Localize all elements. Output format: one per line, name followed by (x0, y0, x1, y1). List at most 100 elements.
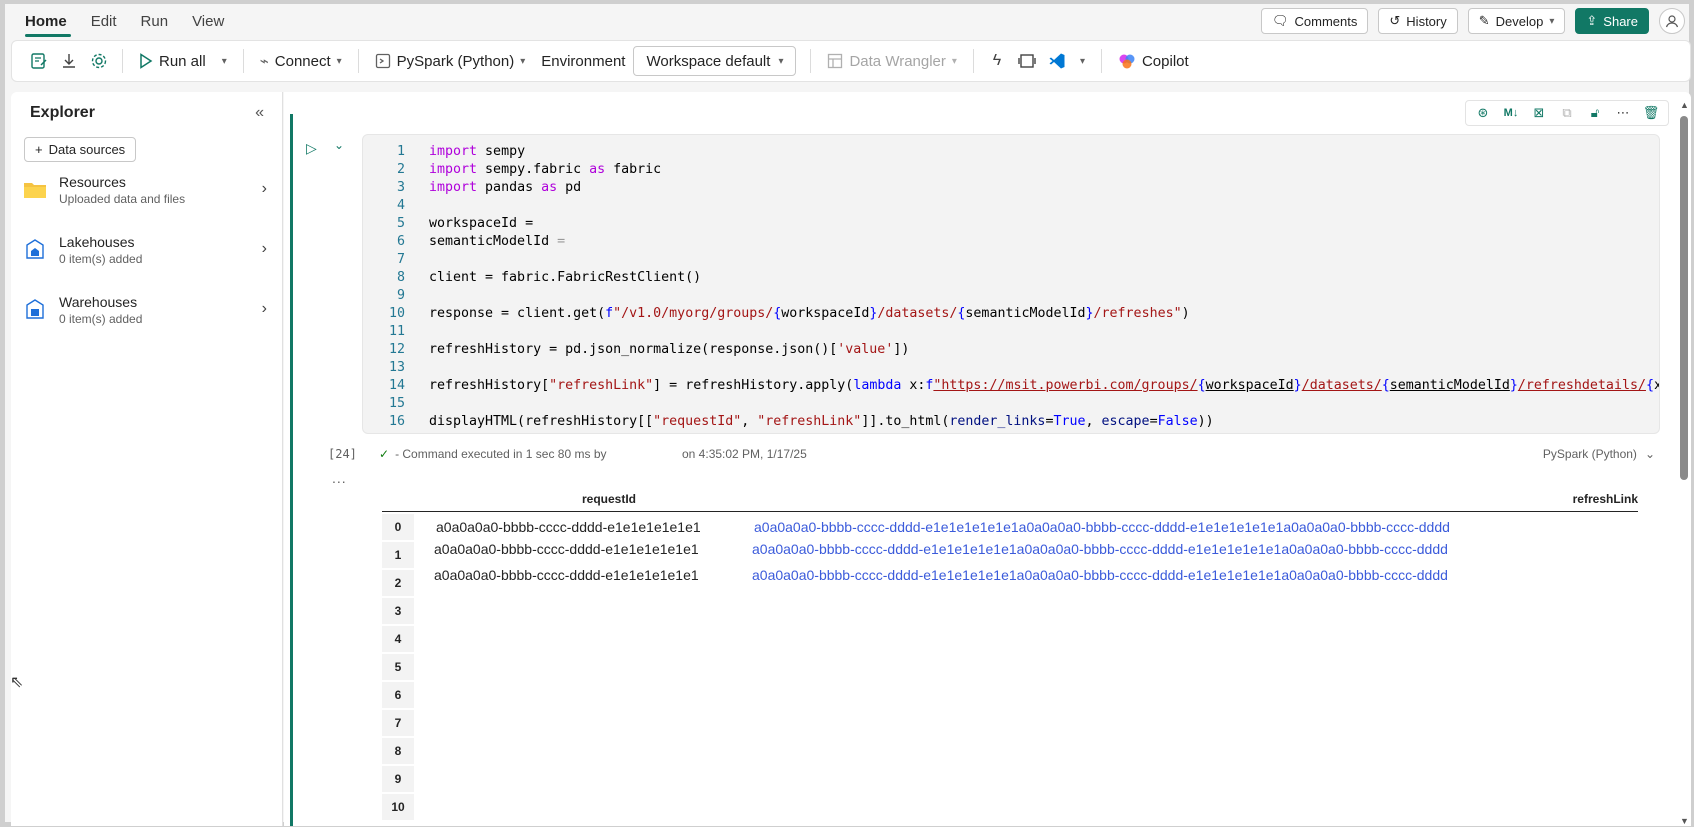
toolbar-divider (357, 49, 359, 73)
table-cell-refreshlink[interactable]: a0a0a0a0-bbbb-cccc-dddd-e1e1e1e1e1e1a0a0… (752, 541, 1448, 557)
row-index: 6 (382, 682, 414, 708)
row-index: 1 (382, 542, 414, 568)
comments-label: Comments (1294, 13, 1358, 29)
lightning-icon[interactable]: ϟ (982, 46, 1012, 76)
collapse-panel-icon[interactable]: « (255, 104, 264, 122)
cell-toolbar: ⊛ M↓ ⊠ ⧉ 🔓︎ ⋯ 🗑︎ (1465, 100, 1669, 126)
environment-label: Environment (541, 52, 626, 70)
data-sources-button[interactable]: + Data sources (24, 137, 137, 162)
app-window: Home Edit Run View 🗨 Comments ↺ History … (0, 0, 1694, 827)
plug-icon: ⌁ (259, 53, 269, 70)
folder-icon (23, 178, 47, 202)
row-index: 0 (382, 514, 414, 540)
chevron-right-icon[interactable]: › (262, 240, 267, 258)
row-index: 4 (382, 626, 414, 652)
chevron-down-icon: ▾ (1079, 55, 1085, 67)
run-all-dropdown[interactable]: ▾ (214, 46, 235, 76)
data-wrangler-button[interactable]: Data Wrangler ▾ (819, 46, 964, 76)
vscode-dropdown[interactable]: ▾ (1072, 46, 1093, 76)
share-icon: ⇪ (1586, 13, 1598, 28)
warehouse-icon (23, 298, 47, 322)
download-icon[interactable] (54, 46, 84, 76)
settings-gear-icon[interactable] (84, 46, 114, 76)
copilot-cell-icon[interactable]: ⊛ (1472, 102, 1494, 124)
explorer-item-subtitle: Uploaded data and files (59, 192, 186, 206)
explorer-panel: Explorer « + Data sources Resources Uplo… (11, 92, 283, 826)
cell-language-label: PySpark (Python) (1542, 447, 1637, 461)
clear-output-icon[interactable]: ⊠ (1528, 102, 1550, 124)
data-wrangler-icon (828, 53, 843, 69)
table-cell-refreshlink[interactable]: a0a0a0a0-bbbb-cccc-dddd-e1e1e1e1e1e1a0a0… (752, 567, 1448, 583)
toolbar-divider (1100, 49, 1102, 73)
scroll-down-icon[interactable]: ▼ (1680, 816, 1689, 826)
explorer-item-resources[interactable]: Resources Uploaded data and files › (23, 168, 273, 212)
run-all-label: Run all (159, 52, 206, 70)
tab-run[interactable]: Run (137, 4, 189, 40)
chevron-down-icon: ⌄ (1644, 447, 1655, 461)
toolbar: Run all ▾ ⌁ Connect ▾ PySpark (Python) ▾… (11, 40, 1691, 82)
explorer-item-subtitle: 0 item(s) added (59, 312, 143, 326)
vscode-icon[interactable] (1042, 46, 1072, 76)
tab-edit[interactable]: Edit (87, 4, 137, 40)
history-icon: ↺ (1389, 13, 1401, 28)
explorer-item-subtitle: 0 item(s) added (59, 252, 143, 266)
more-options-icon[interactable]: ⋯ (1612, 102, 1634, 124)
toolbar-divider (810, 49, 812, 73)
mouse-cursor-icon: ⇖ (10, 674, 24, 691)
lakehouse-icon (23, 238, 47, 262)
column-header-requestid: requestId (582, 492, 637, 506)
comments-button[interactable]: 🗨 Comments (1261, 8, 1369, 34)
chevron-down-icon: ▾ (221, 55, 227, 67)
code-editor[interactable]: 1 import sempy 2 import sempy.fabric as fa… (362, 134, 1660, 434)
run-all-button[interactable]: Run all (131, 46, 214, 76)
explorer-item-warehouses[interactable]: Warehouses 0 item(s) added › (23, 288, 273, 332)
share-label: Share (1603, 13, 1638, 29)
row-index: 8 (382, 738, 414, 764)
language-label: PySpark (Python) (396, 52, 515, 70)
chevron-down-icon: ▾ (1549, 15, 1555, 27)
language-selector[interactable]: PySpark (Python) ▾ (367, 46, 534, 76)
chevron-right-icon[interactable]: › (262, 180, 267, 198)
copy-cell-icon[interactable]: ⧉ (1556, 102, 1578, 124)
table-cell-refreshlink[interactable]: a0a0a0a0-bbbb-cccc-dddd-e1e1e1e1e1e1a0a0… (754, 519, 1450, 535)
comment-icon: 🗨 (1272, 13, 1289, 28)
copilot-button[interactable]: Copilot (1110, 46, 1197, 76)
lock-icon[interactable]: 🔓︎ (1584, 102, 1606, 124)
table-cell-requestid: a0a0a0a0-bbbb-cccc-dddd-e1e1e1e1e1e1 (436, 519, 701, 535)
copilot-icon (1119, 54, 1135, 69)
person-icon (1665, 15, 1679, 28)
markdown-toggle-icon[interactable]: M↓ (1500, 102, 1522, 124)
language-icon (375, 53, 390, 69)
focus-frame-icon[interactable] (1012, 46, 1042, 76)
chevron-down-icon: ▾ (778, 55, 784, 67)
explorer-title: Explorer (30, 104, 95, 121)
tab-view[interactable]: View (188, 4, 244, 40)
connect-button[interactable]: ⌁ Connect ▾ (252, 46, 350, 76)
vertical-scrollbar[interactable]: ▲ ▼ (1677, 100, 1691, 826)
connect-label: Connect (274, 52, 331, 70)
cell-language-selector[interactable]: PySpark (Python) ⌄ (1543, 447, 1655, 461)
notebook-save-icon[interactable] (24, 46, 54, 76)
toolbar-divider (242, 49, 244, 73)
checkmark-icon: ✓ (379, 447, 390, 461)
menu-bar: Home Edit Run View 🗨 Comments ↺ History … (5, 4, 1689, 40)
header-divider (382, 511, 1638, 512)
workspace-dropdown[interactable]: Workspace default ▾ (633, 46, 797, 76)
collapse-cell-icon[interactable]: ⌄ (334, 138, 344, 152)
execution-count: [24] (328, 447, 357, 461)
develop-button[interactable]: ✎ Develop ▾ (1467, 8, 1566, 34)
delete-cell-icon[interactable]: 🗑︎ (1640, 102, 1662, 124)
share-button[interactable]: ⇪ Share (1575, 8, 1649, 34)
output-more-icon[interactable]: ... (332, 470, 347, 486)
chevron-right-icon[interactable]: › (262, 300, 267, 318)
tab-home[interactable]: Home (21, 4, 87, 40)
history-button[interactable]: ↺ History (1378, 8, 1458, 34)
scrollbar-thumb[interactable] (1680, 116, 1688, 480)
pencil-icon: ✎ (1478, 13, 1490, 28)
avatar[interactable] (1659, 8, 1685, 34)
scroll-up-icon[interactable]: ▲ (1680, 100, 1689, 110)
explorer-item-lakehouses[interactable]: Lakehouses 0 item(s) added › (23, 228, 273, 272)
row-index: 2 (382, 570, 414, 596)
explorer-item-title: Resources (59, 174, 126, 190)
run-cell-icon[interactable]: ▷ (306, 140, 317, 157)
